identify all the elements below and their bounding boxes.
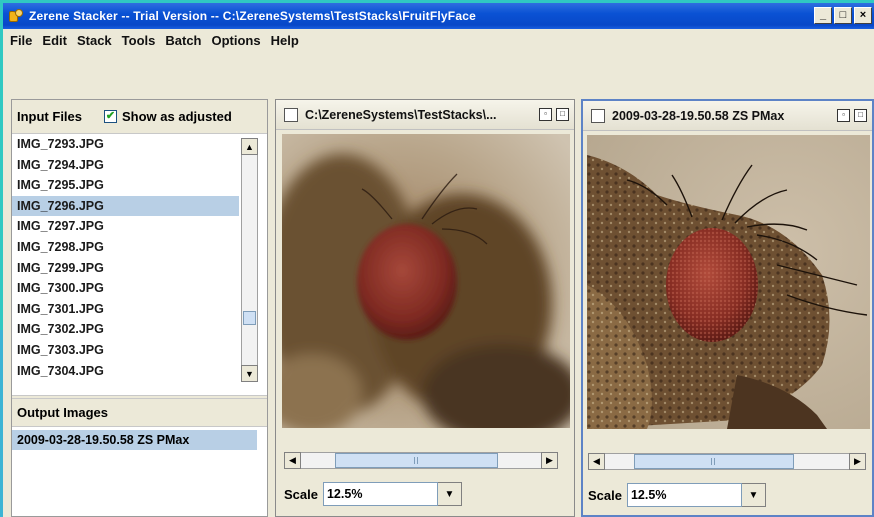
horizontal-scrollbar[interactable]: ◀ ▶ <box>588 453 866 470</box>
input-files-label: Input Files <box>17 109 82 124</box>
scroll-right-icon[interactable]: ▶ <box>541 452 558 469</box>
maximize-button[interactable]: □ <box>834 7 852 24</box>
scale-label: Scale <box>588 487 622 503</box>
menu-batch[interactable]: Batch <box>160 33 206 48</box>
list-item[interactable]: IMG_7297.JPG <box>12 216 239 237</box>
scroll-left-icon[interactable]: ◀ <box>284 452 301 469</box>
menu-edit[interactable]: Edit <box>37 33 72 48</box>
scale-input[interactable]: 12.5% <box>322 482 438 506</box>
scroll-down-icon[interactable]: ▼ <box>241 365 258 382</box>
list-item[interactable]: IMG_7302.JPG <box>12 319 239 340</box>
title-bar[interactable]: Zerene Stacker -- Trial Version -- C:\Ze… <box>3 3 874 29</box>
list-item[interactable]: IMG_7299.JPG <box>12 258 239 279</box>
output-image-frame: 2009-03-28-19.50.58 ZS PMax ▫ □ ◀ ▶ Scal… <box>581 99 874 517</box>
list-item[interactable]: IMG_7294.JPG <box>12 155 239 176</box>
frame-window-icon <box>284 107 298 122</box>
close-button[interactable]: × <box>854 7 872 24</box>
scroll-thumb[interactable] <box>243 311 256 325</box>
frame-title: 2009-03-28-19.50.58 ZS PMax <box>612 108 785 123</box>
scroll-thumb[interactable] <box>335 453 498 468</box>
list-item[interactable]: IMG_7293.JPG <box>12 134 239 155</box>
output-images-header: Output Images <box>12 399 267 427</box>
list-item[interactable]: IMG_7301.JPG <box>12 299 239 320</box>
menu-stack[interactable]: Stack <box>72 33 117 48</box>
frame-title-bar[interactable]: 2009-03-28-19.50.58 ZS PMax ▫ □ <box>583 101 872 131</box>
app-logo-icon <box>8 8 24 24</box>
list-item[interactable]: IMG_7304.JPG <box>12 361 239 382</box>
list-item[interactable]: IMG_7298.JPG <box>12 237 239 258</box>
scale-input[interactable]: 12.5% <box>626 483 742 507</box>
menu-file[interactable]: File <box>5 33 37 48</box>
output-image-item[interactable]: 2009-03-28-19.50.58 ZS PMax <box>12 430 257 450</box>
scale-label: Scale <box>284 486 318 502</box>
menu-options[interactable]: Options <box>207 33 266 48</box>
files-scrollbar[interactable]: ▲ ▼ <box>241 138 258 382</box>
show-adjusted-checkbox[interactable]: ✔ <box>104 110 117 123</box>
input-files-list: IMG_7293.JPG IMG_7294.JPG IMG_7295.JPG I… <box>12 134 239 386</box>
chevron-down-icon[interactable]: ▼ <box>741 483 766 507</box>
input-files-header: Input Files ✔ Show as adjusted <box>12 100 267 134</box>
menu-bar: File Edit Stack Tools Batch Options Help <box>3 29 874 51</box>
source-image-frame: C:\ZereneSystems\TestStacks\... ▫ □ ◀ ▶ … <box>275 99 575 517</box>
menu-help[interactable]: Help <box>266 33 304 48</box>
output-image-view[interactable] <box>587 135 870 429</box>
scroll-up-icon[interactable]: ▲ <box>241 138 258 155</box>
list-item-selected[interactable]: IMG_7296.JPG <box>12 195 239 217</box>
scale-control: Scale 12.5% ▼ <box>588 481 766 509</box>
minimize-button[interactable]: _ <box>814 7 832 24</box>
restore-icon[interactable]: ▫ <box>837 109 850 122</box>
list-item[interactable]: IMG_7300.JPG <box>12 278 239 299</box>
list-item[interactable]: IMG_7303.JPG <box>12 340 239 361</box>
scroll-thumb[interactable] <box>634 454 794 469</box>
app-window: Zerene Stacker -- Trial Version -- C:\Ze… <box>3 3 874 517</box>
scroll-right-icon[interactable]: ▶ <box>849 453 866 470</box>
frame-title: C:\ZereneSystems\TestStacks\... <box>305 107 497 122</box>
frame-title-bar[interactable]: C:\ZereneSystems\TestStacks\... ▫ □ <box>276 100 574 130</box>
maximize-frame-icon[interactable]: □ <box>854 109 867 122</box>
files-panel: Input Files ✔ Show as adjusted IMG_7293.… <box>11 99 268 517</box>
chevron-down-icon[interactable]: ▼ <box>437 482 462 506</box>
scale-control: Scale 12.5% ▼ <box>284 480 462 508</box>
list-item[interactable]: IMG_7295.JPG <box>12 175 239 196</box>
window-title: Zerene Stacker -- Trial Version -- C:\Ze… <box>29 9 476 23</box>
menu-tools[interactable]: Tools <box>117 33 161 48</box>
show-adjusted-label[interactable]: Show as adjusted <box>122 109 232 124</box>
restore-icon[interactable]: ▫ <box>539 108 552 121</box>
scroll-left-icon[interactable]: ◀ <box>588 453 605 470</box>
frame-window-icon <box>591 108 605 123</box>
maximize-frame-icon[interactable]: □ <box>556 108 569 121</box>
source-image-view[interactable] <box>282 134 570 428</box>
horizontal-scrollbar[interactable]: ◀ ▶ <box>284 452 558 469</box>
